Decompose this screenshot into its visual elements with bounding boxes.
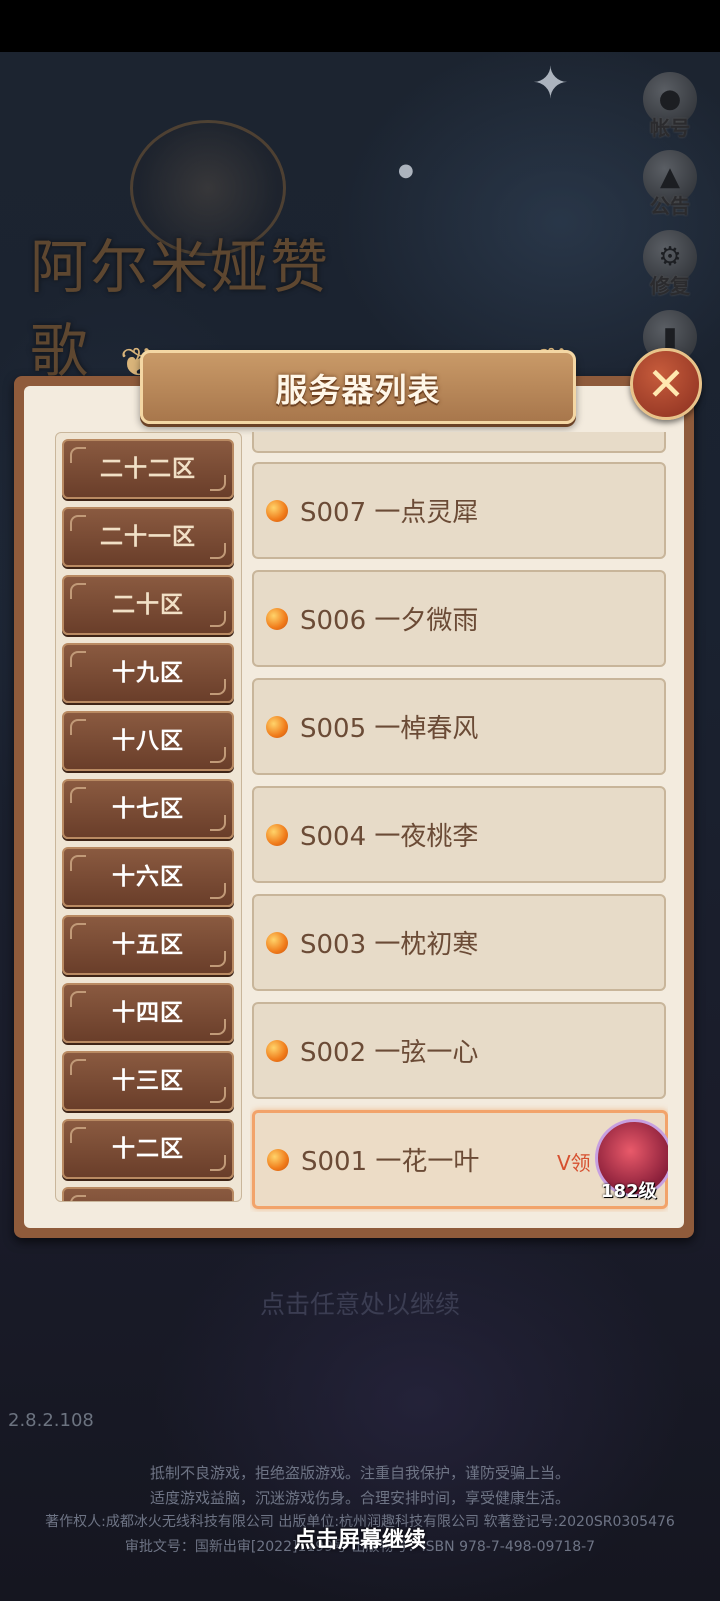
server-name: S007 一点灵犀 bbox=[300, 498, 479, 528]
status-dot-icon bbox=[267, 1149, 289, 1171]
notice-button[interactable]: ▲ 公告 bbox=[640, 150, 700, 220]
server-name: S006 一夕微雨 bbox=[300, 606, 479, 636]
status-dot-icon bbox=[266, 1040, 288, 1062]
continue-hint: 点击任意处以继续 bbox=[259, 1290, 460, 1319]
character-level: 182级 bbox=[601, 1181, 657, 1202]
close-button[interactable]: ✕ bbox=[630, 348, 702, 420]
dialog-title-banner: 服务器列表 bbox=[140, 350, 576, 424]
tap-to-continue[interactable]: 点击屏幕继续 bbox=[0, 1522, 720, 1554]
zone-list[interactable]: 二十二区 二十一区 二十区 十九区 十八区 十七区 十六区 十五区 十四区 十三… bbox=[55, 432, 242, 1202]
server-row[interactable]: S005 一棹春风 bbox=[252, 678, 666, 775]
zone-item[interactable]: 二十一区 bbox=[62, 507, 234, 567]
server-row[interactable]: S007 一点灵犀 bbox=[252, 462, 666, 559]
zone-item[interactable]: 十四区 bbox=[62, 983, 234, 1043]
account-label: 帐号 bbox=[650, 116, 690, 140]
server-row-partial[interactable] bbox=[252, 432, 666, 453]
status-dot-icon bbox=[266, 608, 288, 630]
footer-line: 适度游戏益脑，沉迷游戏伤身。合理安排时间，享受健康生活。 bbox=[149, 1489, 570, 1507]
status-dot-icon bbox=[266, 500, 288, 522]
repair-button[interactable]: ⚙ 修复 bbox=[640, 230, 700, 300]
server-name: S005 一棹春风 bbox=[300, 714, 479, 744]
zone-item[interactable]: 十三区 bbox=[62, 1051, 234, 1111]
server-list[interactable]: S007 一点灵犀 S006 一夕微雨 S005 一棹春风 S004 一夜桃李 … bbox=[250, 432, 668, 1212]
sparkle-icon: ● bbox=[398, 160, 414, 181]
server-row[interactable]: S002 一弦一心 bbox=[252, 1002, 666, 1099]
server-name: S003 一枕初寒 bbox=[300, 930, 479, 960]
zone-item-partial[interactable] bbox=[62, 1187, 234, 1201]
version-label: 2.8.2.108 bbox=[8, 1410, 94, 1431]
zone-item[interactable]: 十二区 bbox=[62, 1119, 234, 1179]
close-icon: ✕ bbox=[646, 357, 686, 411]
server-row-selected[interactable]: S001 一花一叶 V领 182级 bbox=[252, 1110, 668, 1209]
zone-item[interactable]: 十八区 bbox=[62, 711, 234, 771]
vip-label: V领 bbox=[557, 1151, 591, 1175]
zone-item[interactable]: 十六区 bbox=[62, 847, 234, 907]
server-row[interactable]: S004 一夜桃李 bbox=[252, 786, 666, 883]
server-row[interactable]: S003 一枕初寒 bbox=[252, 894, 666, 991]
account-button[interactable]: ● 帐号 bbox=[640, 72, 700, 142]
server-row[interactable]: S006 一夕微雨 bbox=[252, 570, 666, 667]
status-dot-icon bbox=[266, 932, 288, 954]
game-logo: 阿尔米娅赞歌 bbox=[30, 120, 350, 385]
zone-item[interactable]: 二十区 bbox=[62, 575, 234, 635]
status-bar bbox=[0, 0, 720, 52]
status-dot-icon bbox=[266, 716, 288, 738]
server-name: S002 一弦一心 bbox=[300, 1038, 479, 1068]
notice-label: 公告 bbox=[650, 194, 690, 218]
zone-item[interactable]: 十七区 bbox=[62, 779, 234, 839]
footer-line: 抵制不良游戏，拒绝盗版游戏。注重自我保护，谨防受骗上当。 bbox=[149, 1464, 570, 1482]
dialog-title: 服务器列表 bbox=[275, 371, 441, 409]
zone-item[interactable]: 二十二区 bbox=[62, 439, 234, 499]
status-dot-icon bbox=[266, 824, 288, 846]
repair-label: 修复 bbox=[650, 274, 690, 298]
zone-item[interactable]: 十五区 bbox=[62, 915, 234, 975]
sparkle-icon: ✦ bbox=[532, 58, 569, 109]
zone-item[interactable]: 十九区 bbox=[62, 643, 234, 703]
server-name: S004 一夜桃李 bbox=[300, 822, 479, 852]
server-name: S001 一花一叶 bbox=[301, 1147, 480, 1177]
